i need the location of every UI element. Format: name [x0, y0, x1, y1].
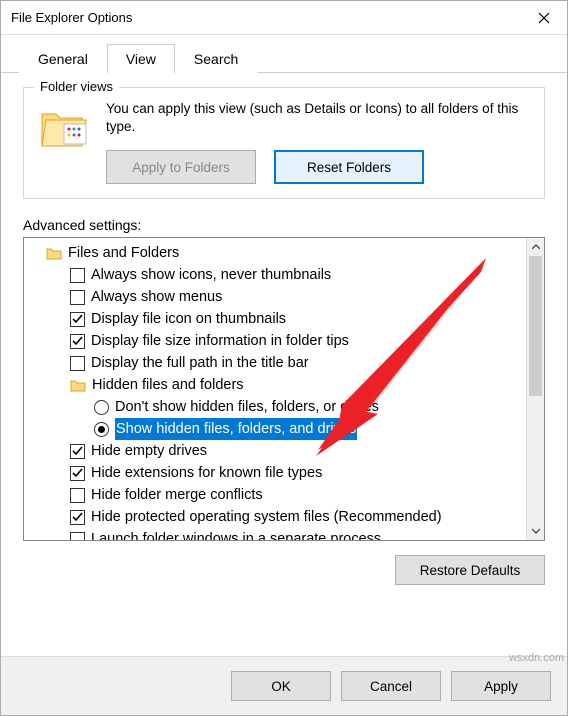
tree-item[interactable]: Hide empty drives [28, 440, 522, 462]
tab-strip: General View Search [1, 35, 567, 73]
tab-general[interactable]: General [19, 44, 107, 73]
tab-view[interactable]: View [107, 44, 175, 73]
advanced-settings-tree[interactable]: Files and Folders Always show icons, nev… [23, 237, 545, 541]
tree-item-label: Display the full path in the title bar [91, 352, 309, 374]
tree-item[interactable]: Always show icons, never thumbnails [28, 264, 522, 286]
checkbox[interactable] [70, 466, 85, 481]
folder-views-title: Folder views [34, 79, 119, 94]
tree-item[interactable]: Hide protected operating system files (R… [28, 506, 522, 528]
tab-search[interactable]: Search [175, 44, 257, 73]
folder-views-icon [38, 100, 92, 154]
chevron-up-icon [532, 244, 540, 250]
chevron-down-icon [532, 528, 540, 534]
scroll-down-button[interactable] [527, 522, 544, 540]
checkbox[interactable] [70, 510, 85, 525]
vertical-scrollbar[interactable] [526, 238, 544, 540]
watermark: wsxdn.com [509, 652, 564, 664]
close-icon [538, 12, 550, 24]
radio[interactable] [94, 422, 109, 437]
tree-radio-item[interactable]: Don't show hidden files, folders, or dri… [28, 396, 522, 418]
tree-item[interactable]: Hide extensions for known file types [28, 462, 522, 484]
cancel-button[interactable]: Cancel [341, 671, 441, 701]
scroll-up-button[interactable] [527, 238, 544, 256]
tree-item-label: Show hidden files, folders, and drives [115, 418, 357, 440]
tree-item[interactable]: Display file size information in folder … [28, 330, 522, 352]
tree-group-hidden: Hidden files and folders [28, 374, 522, 396]
tree-item[interactable]: Launch folder windows in a separate proc… [28, 528, 522, 540]
checkbox[interactable] [70, 356, 85, 371]
tree-item-label: Display file icon on thumbnails [91, 308, 286, 330]
tree-item-label: Launch folder windows in a separate proc… [91, 528, 381, 540]
checkbox[interactable] [70, 312, 85, 327]
checkbox[interactable] [70, 268, 85, 283]
folder-views-group: Folder views You can apply this view (su… [23, 87, 545, 199]
tree-group-label: Files and Folders [68, 242, 179, 264]
restore-defaults-button[interactable]: Restore Defaults [395, 555, 545, 585]
scroll-thumb[interactable] [529, 256, 542, 396]
tree-group-files-folders: Files and Folders [28, 242, 522, 264]
tab-panel-view: Folder views You can apply this view (su… [1, 73, 567, 656]
checkbox[interactable] [70, 488, 85, 503]
window-title: File Explorer Options [11, 10, 521, 25]
tree-item[interactable]: Display the full path in the title bar [28, 352, 522, 374]
apply-to-folders-button: Apply to Folders [106, 150, 256, 184]
tree-item-label: Always show menus [91, 286, 222, 308]
tree-item-label: Display file size information in folder … [91, 330, 349, 352]
folder-icon [46, 246, 62, 260]
tree-item-label: Don't show hidden files, folders, or dri… [115, 396, 379, 418]
scroll-track[interactable] [527, 256, 544, 522]
close-button[interactable] [521, 1, 567, 34]
tree-item-label: Hide extensions for known file types [91, 462, 322, 484]
checkbox[interactable] [70, 290, 85, 305]
radio[interactable] [94, 400, 109, 415]
file-explorer-options-dialog: File Explorer Options General View Searc… [0, 0, 568, 716]
tree-item[interactable]: Display file icon on thumbnails [28, 308, 522, 330]
dialog-buttons: OK Cancel Apply [1, 656, 567, 715]
ok-button[interactable]: OK [231, 671, 331, 701]
reset-folders-button[interactable]: Reset Folders [274, 150, 424, 184]
tree-group-label: Hidden files and folders [92, 374, 244, 396]
advanced-settings-label: Advanced settings: [23, 217, 545, 233]
tree-content: Files and Folders Always show icons, nev… [24, 238, 526, 540]
tree-item-label: Always show icons, never thumbnails [91, 264, 331, 286]
apply-button[interactable]: Apply [451, 671, 551, 701]
tree-radio-item[interactable]: Show hidden files, folders, and drives [28, 418, 522, 440]
tree-item-label: Hide protected operating system files (R… [91, 506, 442, 528]
tree-item[interactable]: Always show menus [28, 286, 522, 308]
tree-item-label: Hide empty drives [91, 440, 207, 462]
folder-icon [70, 378, 86, 392]
title-bar: File Explorer Options [1, 1, 567, 35]
folder-views-description: You can apply this view (such as Details… [106, 100, 530, 136]
checkbox[interactable] [70, 444, 85, 459]
tree-item[interactable]: Hide folder merge conflicts [28, 484, 522, 506]
checkbox[interactable] [70, 532, 85, 541]
tree-item-label: Hide folder merge conflicts [91, 484, 263, 506]
checkbox[interactable] [70, 334, 85, 349]
